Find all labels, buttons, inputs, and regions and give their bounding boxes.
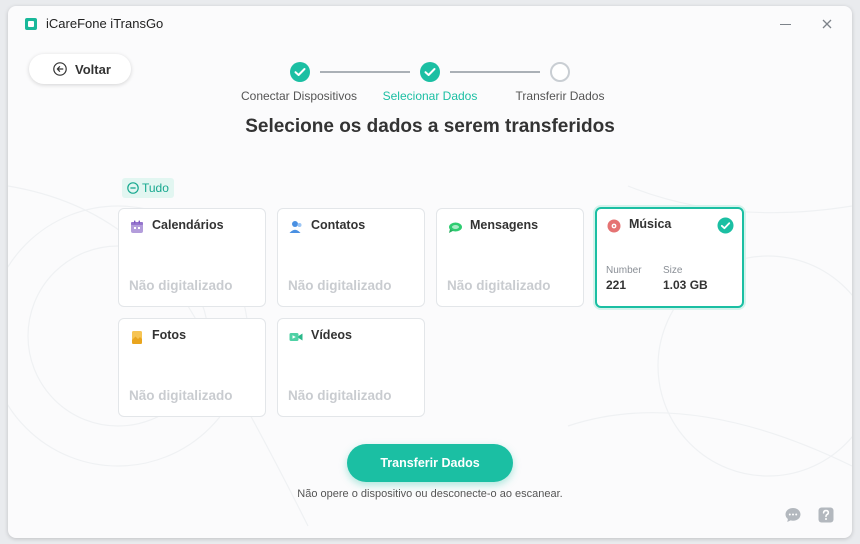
select-all-label: Tudo <box>142 181 169 195</box>
videos-icon <box>289 333 303 341</box>
card-label: Mensagens <box>470 218 539 232</box>
minimize-button[interactable] <box>772 13 798 35</box>
app-title: iCareFone iTransGo <box>46 16 164 31</box>
step-label-transfer: Transferir Dados <box>515 89 605 103</box>
back-button[interactable]: Voltar <box>29 54 131 84</box>
calendar-icon <box>131 220 143 233</box>
card-calendars[interactable]: Calendários Não digitalizado <box>118 208 266 307</box>
card-videos[interactable]: Vídeos Não digitalizado <box>277 318 425 417</box>
checkmark-icon <box>717 217 734 234</box>
card-photos[interactable]: Fotos Não digitalizado <box>118 318 266 417</box>
chat-support-icon[interactable] <box>784 506 802 524</box>
card-status: Não digitalizado <box>129 278 233 293</box>
page-title: Selecione os dados a serem transferidos <box>245 116 615 137</box>
app-logo-icon <box>25 18 37 30</box>
scan-warning-text: Não opere o dispositivo ou desconecte-o … <box>297 488 563 500</box>
number-value: 221 <box>606 278 627 292</box>
photos-icon <box>132 331 142 344</box>
card-status: Não digitalizado <box>288 278 392 293</box>
card-label: Vídeos <box>311 328 352 342</box>
help-icon[interactable] <box>817 506 835 524</box>
transfer-data-button[interactable]: Transferir Dados <box>347 444 513 482</box>
step-1-done-icon <box>290 62 310 82</box>
card-status: Não digitalizado <box>288 388 392 403</box>
card-music[interactable]: Música Number 221 Size 1.03 GB <box>595 207 744 308</box>
card-label: Música <box>629 217 672 231</box>
card-label: Fotos <box>152 328 187 342</box>
app-window: iCareFone iTransGo Voltar Conectar Dispo… <box>8 6 852 538</box>
number-label: Number <box>606 265 642 276</box>
step-connector <box>450 71 540 73</box>
minus-circle-icon <box>127 182 139 194</box>
close-button[interactable] <box>814 13 840 35</box>
card-label: Contatos <box>311 218 366 232</box>
messages-icon <box>449 222 462 233</box>
arrow-left-icon <box>53 62 67 76</box>
title-bar: iCareFone iTransGo <box>8 6 852 46</box>
size-value: 1.03 GB <box>663 278 708 292</box>
contacts-icon <box>289 221 302 233</box>
step-label-select: Selecionar Dados <box>382 89 478 103</box>
back-label: Voltar <box>75 61 111 77</box>
card-status: Não digitalizado <box>129 388 233 403</box>
step-label-connect: Conectar Dispositivos <box>240 89 358 103</box>
card-status: Não digitalizado <box>447 278 551 293</box>
step-connector <box>320 71 410 73</box>
card-label: Calendários <box>152 218 224 232</box>
close-icon <box>822 19 832 29</box>
minimize-icon <box>779 23 791 25</box>
select-all-toggle[interactable]: Tudo <box>122 178 174 198</box>
card-messages[interactable]: Mensagens Não digitalizado <box>436 208 584 307</box>
music-icon <box>607 219 621 233</box>
step-3-pending-icon <box>550 62 570 82</box>
card-contacts[interactable]: Contatos Não digitalizado <box>277 208 425 307</box>
size-label: Size <box>663 265 683 276</box>
step-2-done-icon <box>420 62 440 82</box>
